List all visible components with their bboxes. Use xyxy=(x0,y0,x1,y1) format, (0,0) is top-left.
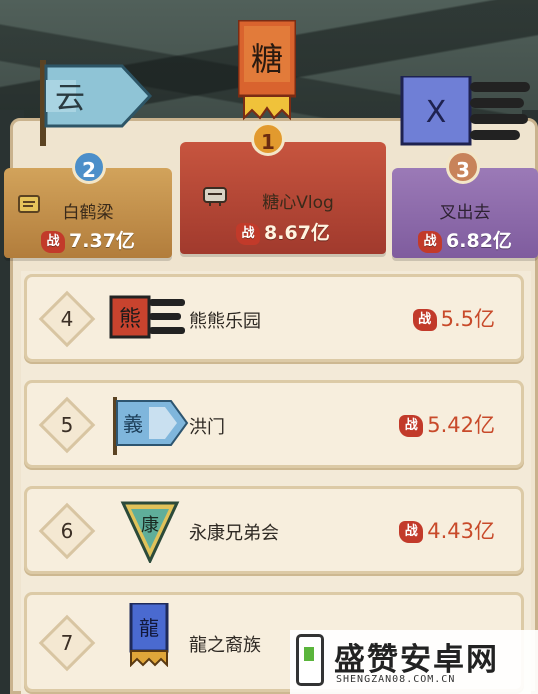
podium-name: 白鹤梁 xyxy=(62,203,114,223)
power-icon: 战 xyxy=(236,222,261,245)
ranking-row[interactable]: 6 康 永康兄弟会 战 4.43亿 xyxy=(24,486,524,574)
podium-name: 糖心Vlog xyxy=(262,193,334,213)
guild-name: 熊熊乐园 xyxy=(189,311,261,332)
podium-score: 战 6.82亿 xyxy=(392,226,538,253)
ranking-row[interactable]: 5 義 洪门 战 5.42亿 xyxy=(24,380,524,468)
guild-flag-2: 云 xyxy=(40,60,153,146)
guild-name: 洪门 xyxy=(189,417,225,438)
power-icon: 战 xyxy=(41,230,66,253)
rank-number: 7 xyxy=(60,631,74,655)
watermark-url: SHENGZAN08.COM.CN xyxy=(336,674,456,685)
watermark-text: 盛赞安卓网 xyxy=(334,642,499,678)
guild-score: 战 5.5亿 xyxy=(412,303,495,333)
podium-name: 叉出去 xyxy=(439,203,491,223)
ranking-row[interactable]: 4 熊 熊熊乐园 战 5.5亿 xyxy=(24,274,524,362)
podium-score-value: 8.67亿 xyxy=(264,222,330,244)
power-icon: 战 xyxy=(412,309,437,331)
guild-flag-kang: 康 xyxy=(120,501,180,563)
guild-score: 战 4.43亿 xyxy=(399,515,495,545)
power-icon: 战 xyxy=(399,415,424,437)
rank-2-medal: 2 xyxy=(72,150,106,184)
guild-flag-3: X xyxy=(400,76,530,146)
rank-number: 6 xyxy=(60,519,74,543)
podium-score: 战 7.37亿 xyxy=(4,226,172,253)
flag-char: 龍 xyxy=(139,616,159,640)
flag-char: 糖 xyxy=(251,40,283,78)
power-icon: 战 xyxy=(399,521,424,543)
guild-flag-yi: 義 xyxy=(113,397,189,455)
podium-score-value: 7.37亿 xyxy=(69,230,135,252)
flag-char: X xyxy=(426,95,447,130)
guild-score: 战 5.42亿 xyxy=(399,409,495,439)
guild-score-value: 4.43亿 xyxy=(427,519,495,543)
guild-name: 永康兄弟会 xyxy=(189,523,279,544)
rank-3-medal: 3 xyxy=(446,150,480,184)
flag-char: 康 xyxy=(141,515,159,536)
podium-score-value: 6.82亿 xyxy=(446,230,512,252)
guild-flag-bear: 熊 xyxy=(109,295,185,339)
flag-char: 云 xyxy=(55,81,85,116)
podium-score: 战 8.67亿 xyxy=(180,218,386,245)
site-watermark: 盛赞安卓网 SHENGZAN08.COM.CN xyxy=(290,630,538,694)
power-icon: 战 xyxy=(418,230,443,253)
phone-logo-icon xyxy=(296,634,324,686)
rank-number: 4 xyxy=(60,307,74,331)
flag-char: 義 xyxy=(123,412,143,436)
guild-score-value: 5.42亿 xyxy=(427,413,495,437)
podium-rank-1[interactable]: 糖心Vlog 战 8.67亿 xyxy=(180,142,386,254)
guild-score-value: 5.5亿 xyxy=(440,307,495,331)
guild-flag-dragon: 龍 xyxy=(129,603,169,667)
flag-char: 熊 xyxy=(119,307,141,332)
rank-number: 5 xyxy=(60,413,74,437)
rank-1-medal: 1 xyxy=(251,122,285,156)
guild-name: 龍之裔族 xyxy=(189,635,261,656)
guild-flag-1: 糖 xyxy=(238,20,296,121)
